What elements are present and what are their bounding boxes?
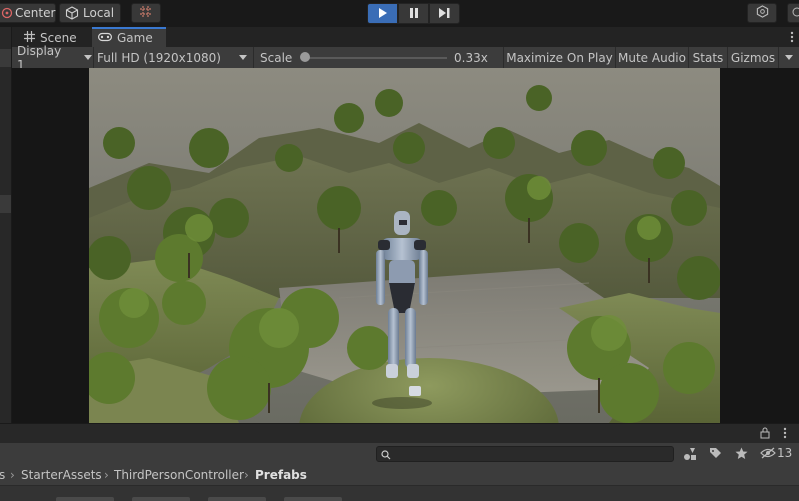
scale-value: 0.33x xyxy=(454,51,488,65)
hierarchy-scroll-marker xyxy=(0,49,11,67)
scale-slider-thumb[interactable] xyxy=(299,52,310,62)
breadcrumb-item[interactable]: ThirdPersonController xyxy=(114,468,244,482)
cloud-services-button[interactable] xyxy=(747,3,777,23)
scale-slider-track[interactable] xyxy=(302,57,447,59)
stats-toggle[interactable]: Stats xyxy=(689,47,727,68)
pivot-center-label: Center xyxy=(15,6,56,20)
lock-icon[interactable] xyxy=(760,427,770,442)
pause-button[interactable] xyxy=(398,3,429,24)
breadcrumb-separator: › xyxy=(104,468,109,482)
cube-icon xyxy=(65,6,79,20)
game-view-toolbar: Display 1 Full HD (1920x1080) Scale 0.33… xyxy=(12,44,799,72)
search-icon xyxy=(381,449,391,463)
favorite-star-icon[interactable] xyxy=(735,447,748,463)
maximize-on-play-toggle[interactable]: Maximize On Play xyxy=(504,47,615,68)
scale-label: Scale xyxy=(260,50,293,65)
asset-thumbnail[interactable] xyxy=(208,497,266,501)
panel-menu-icon[interactable] xyxy=(783,427,787,442)
step-button[interactable] xyxy=(429,3,460,24)
tab-game[interactable]: Game xyxy=(92,27,166,47)
tab-menu-button[interactable] xyxy=(790,31,794,46)
pivot-local-label: Local xyxy=(83,6,115,20)
pivot-center-icon xyxy=(1,7,13,19)
asset-thumbnail[interactable] xyxy=(56,497,114,501)
hexagon-icon xyxy=(756,5,769,21)
tab-game-label: Game xyxy=(117,31,153,45)
hierarchy-selected-marker xyxy=(0,195,11,213)
breadcrumb-separator: › xyxy=(10,468,15,482)
play-icon xyxy=(378,7,388,21)
asset-thumbnail[interactable] xyxy=(284,497,342,501)
account-button[interactable] xyxy=(787,3,799,23)
filter-by-type-icon[interactable] xyxy=(683,447,697,464)
resolution-value: Full HD (1920x1080) xyxy=(97,50,221,65)
project-panel-header xyxy=(0,423,799,444)
game-render-image xyxy=(89,68,720,423)
resolution-dropdown-caret-icon xyxy=(239,55,247,60)
breadcrumb-item[interactable]: s xyxy=(0,468,5,482)
gizmos-caret-icon xyxy=(785,55,793,60)
pause-icon xyxy=(409,7,419,21)
breadcrumb-item[interactable]: StarterAssets xyxy=(21,468,102,482)
display-dropdown[interactable]: Display 1 xyxy=(12,44,92,72)
maximize-on-play-label: Maximize On Play xyxy=(506,50,613,65)
project-search-toolbar: 13 xyxy=(0,443,799,465)
grid-snapping-button[interactable] xyxy=(131,3,161,23)
breadcrumb-separator: › xyxy=(244,468,249,482)
asset-thumbnail[interactable] xyxy=(132,497,190,501)
stats-label: Stats xyxy=(692,50,724,65)
main-toolbar: Center Local xyxy=(0,0,799,27)
project-assets-area xyxy=(0,486,799,501)
game-viewport[interactable] xyxy=(89,68,720,423)
breadcrumb: s › StarterAssets › ThirdPersonControlle… xyxy=(0,465,799,486)
pivot-local-button[interactable]: Local xyxy=(59,3,121,23)
hidden-count: 13 xyxy=(777,446,793,460)
grid-snap-icon xyxy=(139,5,153,22)
mute-audio-label: Mute Audio xyxy=(618,50,686,65)
filter-by-label-icon[interactable] xyxy=(709,447,722,463)
breadcrumb-item-current[interactable]: Prefabs xyxy=(255,468,307,482)
scale-control: Scale 0.33x xyxy=(254,47,503,68)
view-tabbar: Scene Game xyxy=(12,27,799,47)
mute-audio-toggle[interactable]: Mute Audio xyxy=(616,47,688,68)
hierarchy-panel-edge[interactable] xyxy=(0,27,12,423)
gizmos-dropdown[interactable] xyxy=(779,47,799,68)
eye-slash-icon xyxy=(760,447,776,462)
resolution-dropdown[interactable]: Full HD (1920x1080) xyxy=(94,47,252,68)
gamepad-icon xyxy=(98,31,113,45)
project-search-input[interactable] xyxy=(376,446,674,462)
play-button[interactable] xyxy=(367,3,398,24)
step-icon xyxy=(439,7,450,21)
pivot-center-button[interactable]: Center xyxy=(0,3,56,23)
account-icon xyxy=(792,6,799,20)
display-dropdown-caret-icon xyxy=(84,55,92,60)
hidden-packages-toggle[interactable]: 13 xyxy=(760,446,792,462)
gizmos-toggle[interactable]: Gizmos xyxy=(728,47,778,68)
playmode-controls xyxy=(367,3,460,24)
gizmos-label: Gizmos xyxy=(730,50,776,65)
kebab-menu-icon xyxy=(790,31,794,46)
